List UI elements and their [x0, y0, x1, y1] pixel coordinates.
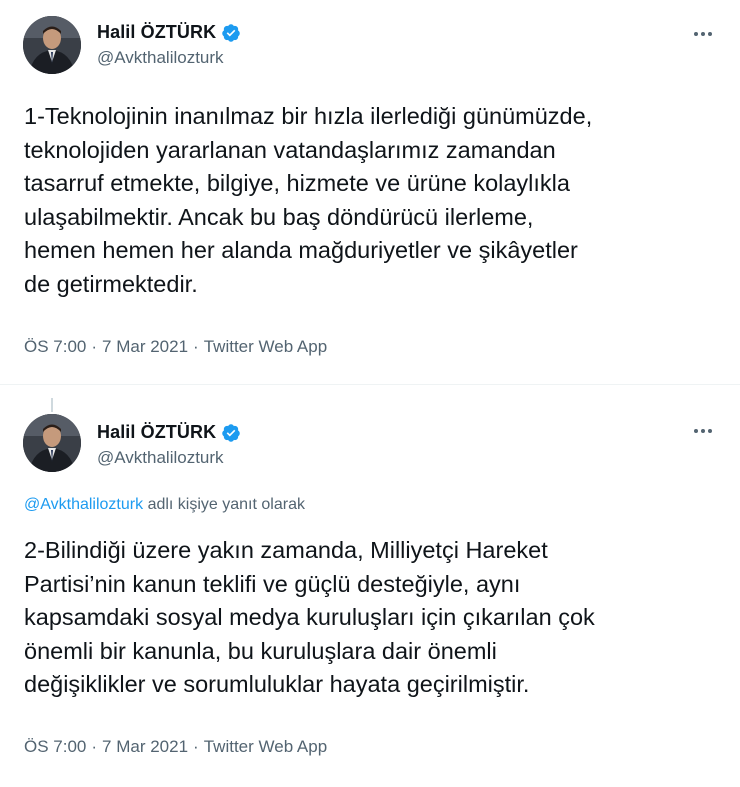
reply-to-label: adlı kişiye yanıt olarak	[147, 496, 305, 513]
tweet-date[interactable]: 7 Mar 2021	[102, 337, 188, 356]
thread-connector-line	[51, 398, 53, 412]
avatar[interactable]	[23, 16, 81, 74]
reply-to-handle-link[interactable]: @Avkthalilozturk	[24, 496, 143, 513]
tweet-divider	[0, 385, 740, 398]
author-display-name[interactable]: Halil ÖZTÜRK	[97, 422, 216, 443]
tweet-1[interactable]: Halil ÖZTÜRK @Avkthalilozturk 1-Teknoloj…	[0, 0, 740, 385]
author-row: Halil ÖZTÜRK	[97, 422, 241, 443]
verified-badge-icon	[222, 23, 240, 42]
tweet-2[interactable]: Halil ÖZTÜRK @Avkthalilozturk @Avkthalil…	[0, 398, 740, 787]
author-row: Halil ÖZTÜRK	[97, 22, 241, 43]
avatar-photo	[23, 16, 81, 74]
replying-to: @Avkthalilozturk adlı kişiye yanıt olara…	[24, 496, 305, 514]
tweet-source[interactable]: Twitter Web App	[204, 737, 327, 756]
tweet-time[interactable]: ÖS 7:00	[24, 737, 86, 756]
tweet-meta: ÖS 7:00 · 7 Mar 2021 · Twitter Web App	[24, 337, 328, 356]
tweet-text: 2-Bilindiği üzere yakın zamanda, Milliye…	[24, 537, 595, 697]
author-handle[interactable]: @Avkthalilozturk	[97, 48, 224, 68]
avatar[interactable]	[23, 414, 81, 472]
tweet-date[interactable]: 7 Mar 2021	[102, 737, 188, 756]
tweet-source[interactable]: Twitter Web App	[204, 337, 327, 356]
tweet-meta: ÖS 7:00 · 7 Mar 2021 · Twitter Web App	[24, 737, 328, 756]
tweet-text: 1-Teknolojinin inanılmaz bir hızla ilerl…	[24, 103, 593, 297]
author-handle[interactable]: @Avkthalilozturk	[97, 448, 224, 468]
more-horizontal-icon[interactable]	[692, 420, 714, 442]
avatar-photo	[23, 414, 81, 472]
verified-badge-icon	[222, 423, 240, 442]
more-horizontal-icon[interactable]	[692, 23, 714, 45]
author-display-name[interactable]: Halil ÖZTÜRK	[97, 22, 216, 43]
tweet-time[interactable]: ÖS 7:00	[24, 337, 86, 356]
